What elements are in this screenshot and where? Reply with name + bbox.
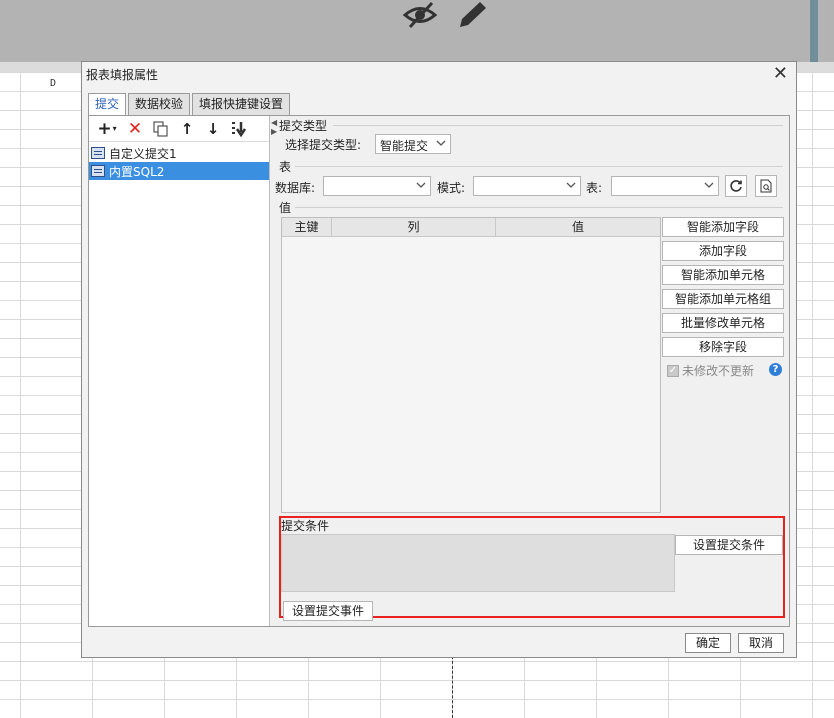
column-header[interactable]: 主键 (282, 218, 332, 236)
chevron-down-icon (566, 182, 576, 188)
condition-display (281, 534, 675, 592)
field-table-header: 主键 列 值 (282, 218, 660, 237)
submit-type-select[interactable]: 智能提交 (375, 134, 451, 154)
tab-fill-shortcuts[interactable]: 填报快捷键设置 (192, 93, 291, 115)
table-label: 表: (586, 181, 603, 195)
submit-settings-pane: 提交类型 选择提交类型: 智能提交 表 数据库: 模式: 表: 值 主键 列 值… (275, 116, 787, 626)
submit-item-icon (91, 165, 105, 177)
submit-list-pane: + ▾ ✕ ↑ ↓ 自定义提交1 内置SQL2 (89, 116, 270, 626)
section-submit-type: 提交类型 (279, 119, 328, 133)
add-field-button[interactable]: 添加字段 (662, 241, 784, 261)
tree-item-label: 自定义提交1 (109, 146, 177, 161)
tab-content: + ▾ ✕ ↑ ↓ 自定义提交1 内置SQL2 ◀ ▶ 提交类型 选择提交类型:… (88, 115, 790, 627)
no-update-if-unchanged-checkbox[interactable]: ✓ 未修改不更新 (667, 362, 754, 379)
chevron-down-icon (416, 182, 426, 188)
list-toolbar: + ▾ ✕ ↑ ↓ (89, 116, 269, 142)
tab-data-validation[interactable]: 数据校验 (128, 93, 191, 115)
database-label: 数据库: (275, 181, 316, 195)
divider (295, 166, 783, 167)
divider (295, 207, 783, 208)
help-icon[interactable]: ? (769, 363, 782, 376)
cell-label: D (50, 78, 57, 89)
schema-label: 模式: (437, 181, 466, 195)
copy-icon[interactable] (151, 119, 171, 139)
set-submit-condition-button[interactable]: 设置提交条件 (675, 535, 783, 555)
cancel-button[interactable]: 取消 (738, 633, 784, 653)
tab-bar: 提交 数据校验 填报快捷键设置 (88, 93, 291, 115)
section-table: 表 (279, 160, 292, 174)
chevron-down-icon (436, 140, 446, 146)
section-submit-condition: 提交条件 (281, 519, 330, 533)
close-icon[interactable]: ✕ (773, 63, 788, 84)
move-bottom-icon[interactable] (229, 119, 249, 139)
field-buttons: 智能添加字段 添加字段 智能添加单元格 智能添加单元格组 批量修改单元格 移除字… (662, 217, 784, 361)
submit-type-value: 智能提交 (380, 139, 429, 153)
submit-type-label: 选择提交类型: (285, 138, 362, 152)
database-select[interactable] (323, 176, 431, 196)
checkbox-label: 未修改不更新 (682, 364, 755, 378)
schema-select[interactable] (473, 176, 581, 196)
checkbox-checked-icon: ✓ (667, 364, 679, 377)
submit-item-icon (91, 147, 105, 159)
submit-condition-section: 提交条件 设置提交条件 设置提交事件 (279, 516, 785, 621)
column-header[interactable]: 列 (332, 218, 496, 236)
hide-eye-icon[interactable] (402, 0, 438, 30)
delete-icon[interactable]: ✕ (125, 119, 145, 139)
table-select[interactable] (611, 176, 719, 196)
refresh-icon[interactable] (725, 175, 747, 197)
dialog-title: 报表填报属性 (86, 68, 159, 82)
page-break-line (452, 656, 453, 718)
remove-field-button[interactable]: 移除字段 (662, 337, 784, 357)
tree-item-custom-submit[interactable]: 自定义提交1 (89, 144, 269, 162)
move-down-icon[interactable]: ↓ (203, 119, 223, 139)
section-value: 值 (279, 201, 292, 215)
tree-item-label: 内置SQL2 (109, 164, 165, 179)
tab-submit[interactable]: 提交 (88, 93, 127, 115)
divider (333, 125, 783, 126)
preview-search-icon[interactable] (755, 175, 777, 197)
scrollbar-stripe (810, 0, 818, 62)
smart-add-cell-button[interactable]: 智能添加单元格 (662, 265, 784, 285)
submit-tree: 自定义提交1 内置SQL2 (89, 142, 269, 180)
smart-add-field-button[interactable]: 智能添加字段 (662, 217, 784, 237)
set-submit-event-button[interactable]: 设置提交事件 (283, 601, 373, 621)
add-icon[interactable]: + ▾ (95, 119, 119, 139)
ok-button[interactable]: 确定 (685, 633, 731, 653)
move-up-icon[interactable]: ↑ (177, 119, 197, 139)
tree-item-builtin-sql[interactable]: 内置SQL2 (89, 162, 269, 180)
report-fill-properties-dialog: 报表填报属性 ✕ 提交 数据校验 填报快捷键设置 + ▾ ✕ ↑ ↓ 自定义提交… (81, 61, 797, 658)
smart-add-cell-group-button[interactable]: 智能添加单元格组 (662, 289, 784, 309)
batch-modify-cells-button[interactable]: 批量修改单元格 (662, 313, 784, 333)
chevron-down-icon (704, 182, 714, 188)
edit-pencil-icon[interactable] (454, 0, 490, 30)
field-table[interactable]: 主键 列 值 (281, 217, 661, 513)
column-header[interactable]: 值 (496, 218, 660, 236)
app-toolbar (0, 0, 834, 62)
